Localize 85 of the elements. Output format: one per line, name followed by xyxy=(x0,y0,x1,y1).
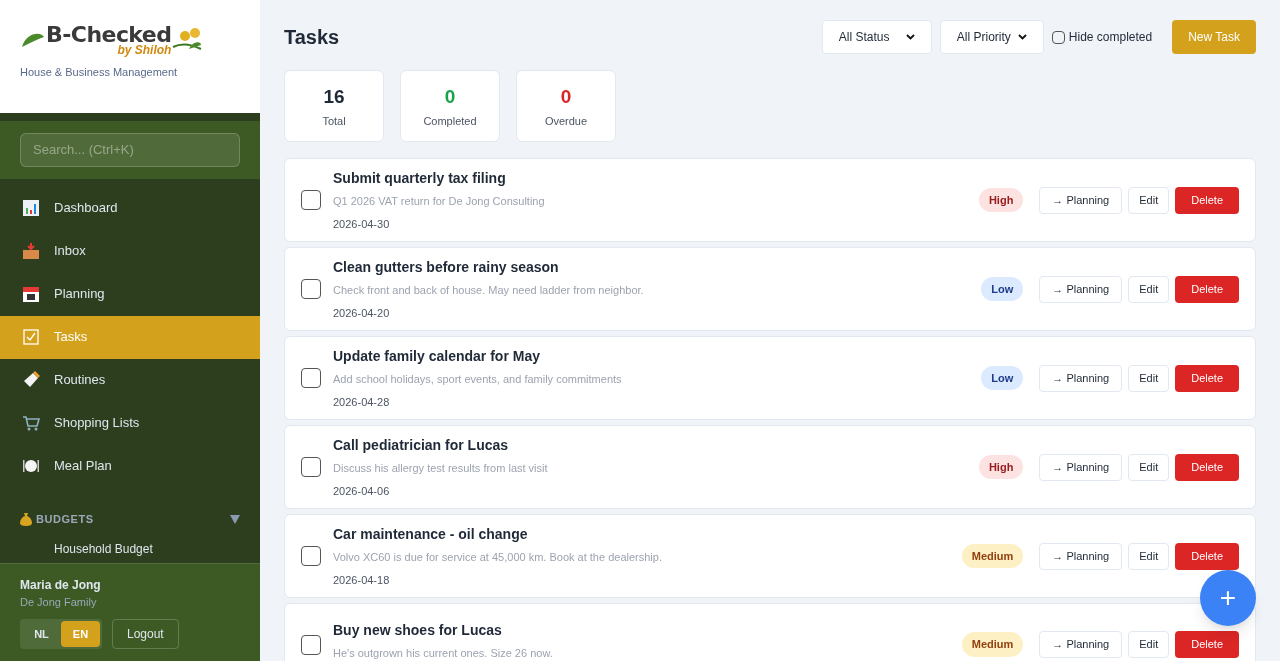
edit-button[interactable]: Edit xyxy=(1128,186,1170,214)
cart-icon xyxy=(22,414,40,432)
stat-value: 16 xyxy=(323,84,345,109)
task-description: Q1 2026 VAT return for De Jong Consulting xyxy=(333,194,546,209)
priority-badge: Medium xyxy=(961,632,1024,657)
task-checkbox[interactable] xyxy=(301,279,321,299)
page-title: Tasks xyxy=(284,25,340,50)
priority-badge: Medium xyxy=(961,543,1024,569)
edit-button[interactable]: Edit xyxy=(1128,631,1170,658)
task-date: 2026-04-28 xyxy=(333,394,391,410)
task-description: Check front and back of house. May need ladder from neighbor. xyxy=(333,283,645,298)
task-description: Volvo XC60 is due for service at 45,000 km. Book at the dealership. xyxy=(333,550,663,565)
planning-button[interactable]: → Planning xyxy=(1039,631,1123,658)
stat-label: Completed xyxy=(423,114,477,129)
task-title: Buy new shoes for Lucas xyxy=(333,621,503,640)
task-date: 2026-04-20 xyxy=(333,305,391,321)
delete-button[interactable]: Delete xyxy=(1175,542,1239,570)
section-heading: BUDGETS xyxy=(36,512,94,528)
task-checkbox[interactable] xyxy=(301,635,321,655)
nav-item[interactable]: Inbox xyxy=(0,229,260,273)
task-title: Update family calendar for May xyxy=(333,347,541,366)
delete-button[interactable]: Delete xyxy=(1175,186,1239,214)
task-date: 2026-04-06 xyxy=(333,483,391,499)
task-title: Submit quarterly tax filing xyxy=(333,169,507,188)
logout-button[interactable]: Logout xyxy=(112,618,179,649)
nav-item[interactable]: Shopping Lists xyxy=(0,401,260,445)
stat-value: 0 xyxy=(560,84,572,109)
priority-badge: High xyxy=(978,187,1024,213)
nav-item[interactable]: Meal Plan xyxy=(0,444,260,488)
delete-button[interactable]: Delete xyxy=(1175,275,1239,303)
tagline: House & Business Management xyxy=(20,65,179,80)
edit-button[interactable]: Edit xyxy=(1128,542,1170,570)
checkbox-label: Hide completed xyxy=(1068,29,1153,46)
task-title: Car maintenance - oil change xyxy=(333,525,529,544)
stat-label: Overdue xyxy=(544,114,588,129)
task-date: 2026-04-30 xyxy=(333,216,391,232)
stat-value: 0 xyxy=(444,84,456,109)
planning-button[interactable]: → Planning xyxy=(1039,364,1123,392)
status-dropdown[interactable]: All Status xyxy=(821,20,932,54)
bottle-icon xyxy=(22,371,40,389)
inbox-icon xyxy=(22,242,40,260)
task-date: 2026-04-18 xyxy=(333,572,391,588)
task-title: Clean gutters before rainy season xyxy=(333,258,560,277)
planning-button[interactable]: → Planning xyxy=(1039,453,1123,481)
task-checkbox[interactable] xyxy=(301,457,321,477)
nav-item[interactable]: Routines xyxy=(0,358,260,402)
caret-icon[interactable] xyxy=(230,514,240,524)
delete-button[interactable]: Delete xyxy=(1175,631,1239,658)
edit-button[interactable]: Edit xyxy=(1128,275,1170,303)
money-bag-icon xyxy=(20,512,32,527)
edit-button[interactable]: Edit xyxy=(1128,364,1170,392)
delete-button[interactable]: Delete xyxy=(1175,364,1239,392)
task-checkbox[interactable] xyxy=(301,546,321,566)
language-option[interactable]: NL xyxy=(22,620,61,647)
priority-badge: Low xyxy=(981,276,1024,302)
task-description: He's outgrown his current ones. Size 26 now. xyxy=(333,646,554,661)
family-name: De Jong Family xyxy=(20,595,98,611)
chevron-icon xyxy=(905,34,915,40)
bar-chart-icon xyxy=(22,199,40,217)
checkbox-icon xyxy=(22,328,40,346)
task-description: Add school holidays, sport events, and family commitments xyxy=(333,372,623,387)
logo-text: B-Checked xyxy=(46,24,172,46)
flower-icon xyxy=(171,27,204,53)
edit-button[interactable]: Edit xyxy=(1128,453,1170,481)
priority-dropdown[interactable]: All Priority xyxy=(939,20,1044,54)
task-title: Call pediatrician for Lucas xyxy=(333,436,510,455)
planning-button[interactable]: → Planning xyxy=(1039,275,1123,303)
budget-item[interactable]: Household Budget xyxy=(0,535,260,564)
planning-button[interactable]: → Planning xyxy=(1039,542,1123,570)
delete-button[interactable]: Delete xyxy=(1175,453,1239,481)
task-checkbox[interactable] xyxy=(301,368,321,388)
stat-label: Total xyxy=(322,114,346,129)
priority-badge: Low xyxy=(981,365,1024,391)
nav-item[interactable]: Planning xyxy=(0,272,260,316)
priority-badge: High xyxy=(978,454,1024,480)
user-name: Maria de Jong xyxy=(20,577,102,595)
checkbox[interactable] xyxy=(1051,30,1065,44)
planning-button[interactable]: → Planning xyxy=(1039,186,1123,214)
logo-byline: by Shiloh xyxy=(117,44,172,56)
nav-item[interactable]: Dashboard xyxy=(0,186,260,230)
chevron-icon xyxy=(1017,34,1027,40)
plate-icon xyxy=(22,457,40,475)
task-description: Discuss his allergy test results from last visit xyxy=(333,461,549,476)
calendar-icon xyxy=(22,285,40,303)
task-checkbox[interactable] xyxy=(301,190,321,210)
